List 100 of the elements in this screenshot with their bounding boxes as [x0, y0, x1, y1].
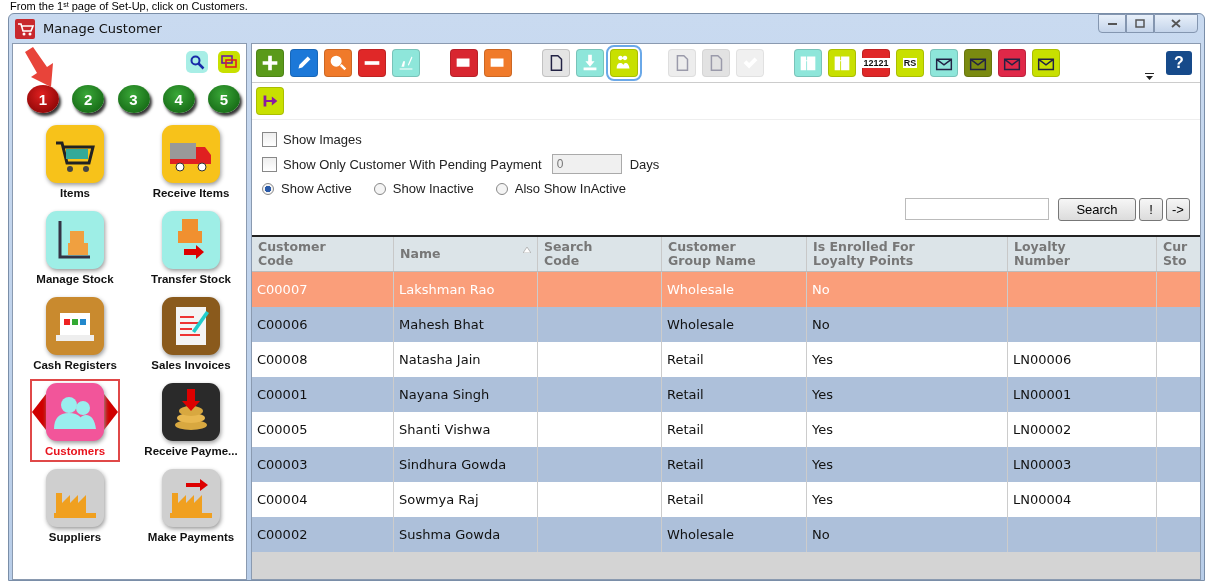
checkbox[interactable] [262, 156, 277, 172]
cart-icon [46, 125, 104, 183]
module-tile[interactable]: Items [44, 121, 106, 204]
toolbar-button[interactable] [290, 49, 318, 77]
register-icon [46, 297, 104, 355]
module-tile[interactable]: Customers [30, 379, 120, 462]
loyalty-number-cell: LN00006 [1013, 352, 1072, 367]
mail-icon [1037, 58, 1055, 71]
module-tile[interactable]: Make Payments [145, 465, 237, 548]
module-tile[interactable]: Suppliers [44, 465, 106, 548]
radio-button[interactable] [373, 182, 386, 195]
module-tile[interactable]: Cash Registers [31, 293, 119, 376]
people-icon [46, 383, 104, 441]
step-button[interactable]: 2 [72, 85, 105, 113]
document-icon [676, 54, 689, 72]
module-tile[interactable]: Receive Payme... [142, 379, 240, 462]
toolbar-button[interactable] [542, 49, 570, 77]
table-row[interactable]: C00006 Mahesh Bhat Wholesale No [252, 307, 1200, 342]
toolbar-button[interactable] [1032, 49, 1060, 77]
customer-code-cell: C00004 [257, 492, 308, 507]
cart-icon [15, 18, 35, 39]
radio-button[interactable] [262, 182, 274, 195]
loyalty-number-cell: LN00002 [1013, 422, 1072, 437]
toolbar-button[interactable]: RS [896, 49, 924, 77]
module-tile[interactable]: Receive Items [150, 121, 232, 204]
search-button[interactable] [186, 51, 208, 73]
enrolled-cell: Yes [812, 422, 833, 437]
window-title: Manage Customer [43, 21, 162, 36]
step-button[interactable]: 4 [162, 85, 195, 113]
checkbox[interactable] [262, 132, 277, 147]
group-name-cell: Retail [667, 492, 704, 507]
minus-icon [364, 61, 380, 65]
action-button[interactable]: -> [1166, 198, 1190, 221]
name-cell: Shanti Vishwa [399, 422, 491, 437]
windows-icon [221, 55, 237, 69]
minimize-icon [1107, 22, 1117, 25]
name-cell: Nayana Singh [399, 387, 490, 402]
search-icon [189, 54, 205, 70]
name-cell: Sowmya Raj [399, 492, 479, 507]
close-button[interactable] [1154, 14, 1198, 33]
customer-code-cell: C00008 [257, 352, 308, 367]
module-tile[interactable]: Transfer Stock [149, 207, 233, 290]
customer-code-cell: C00001 [257, 387, 308, 402]
plus-icon [262, 55, 278, 71]
customer-code-cell: C00007 [257, 282, 308, 297]
name-cell: Mahesh Bhat [399, 317, 484, 332]
toolbar-button[interactable] [256, 87, 284, 115]
loyalty-number-cell: LN00003 [1013, 457, 1072, 472]
factory-icon [46, 469, 104, 527]
triangle-left-icon [32, 394, 46, 430]
group-name-cell: Wholesale [667, 282, 734, 297]
customer-code-cell: C00005 [257, 422, 308, 437]
magnifier-icon [330, 55, 347, 71]
radio-button[interactable] [495, 182, 508, 195]
enrolled-cell: Yes [812, 457, 833, 472]
enrolled-cell: Yes [812, 387, 833, 402]
enrolled-cell: Yes [812, 492, 833, 507]
trolley-icon [46, 211, 104, 269]
radio-label: Show Active [281, 181, 352, 196]
group-name-cell: Retail [667, 387, 704, 402]
signature-icon [399, 56, 413, 70]
step-button[interactable]: 5 [208, 85, 240, 113]
toolbar-button[interactable] [358, 49, 386, 77]
customer-code-cell: C00003 [257, 457, 308, 472]
minimize-button[interactable] [1098, 14, 1126, 33]
group-name-cell: Retail [667, 422, 704, 437]
arrow-icon [263, 95, 278, 107]
step-button[interactable]: 3 [117, 85, 150, 113]
search-field[interactable] [905, 198, 1049, 220]
sort-ascending-icon [523, 247, 531, 253]
windows-button[interactable] [218, 51, 240, 73]
name-cell: Sushma Gowda [399, 527, 501, 542]
overflow-dropdown-icon[interactable] [1145, 73, 1154, 80]
module-tile[interactable]: Sales Invoices [149, 293, 233, 376]
module-tile[interactable]: Manage Stock [34, 207, 116, 290]
name-cell: Sindhura Gowda [399, 457, 507, 472]
enrolled-cell: No [812, 317, 830, 332]
group-name-cell: Wholesale [667, 317, 734, 332]
loyalty-number-cell: LN00004 [1013, 492, 1072, 507]
action-button[interactable]: ! [1139, 198, 1163, 221]
enrolled-cell: No [812, 282, 830, 297]
maximize-button[interactable] [1126, 14, 1154, 33]
radio-label: Show Inactive [392, 181, 474, 196]
search-button[interactable]: Search [1058, 198, 1136, 221]
invoice-icon [162, 297, 220, 355]
name-cell: Lakshman Rao [399, 282, 495, 297]
toolbar-button[interactable] [450, 49, 478, 77]
checkbox-label: Show Only Customer With Pending Payment [283, 156, 542, 172]
download-icon [583, 54, 597, 71]
step-button[interactable]: 1 [27, 85, 59, 113]
help-button[interactable]: ? [1166, 51, 1192, 75]
toolbar-button[interactable]: 12121 [862, 49, 890, 77]
envelope-icon [969, 58, 987, 71]
customer-code-cell: C00006 [257, 317, 308, 332]
table-row[interactable]: C00001 Nayana Singh Retail Yes LN00001 [252, 377, 1200, 412]
table-row[interactable]: C00002 Sushma Gowda Wholesale No [252, 517, 1200, 552]
table-row[interactable]: C00003 Sindhura Gowda Retail Yes LN00003 [252, 447, 1200, 482]
coins-icon [162, 383, 220, 441]
toolbar-button[interactable] [930, 49, 958, 77]
document-icon [710, 54, 723, 72]
